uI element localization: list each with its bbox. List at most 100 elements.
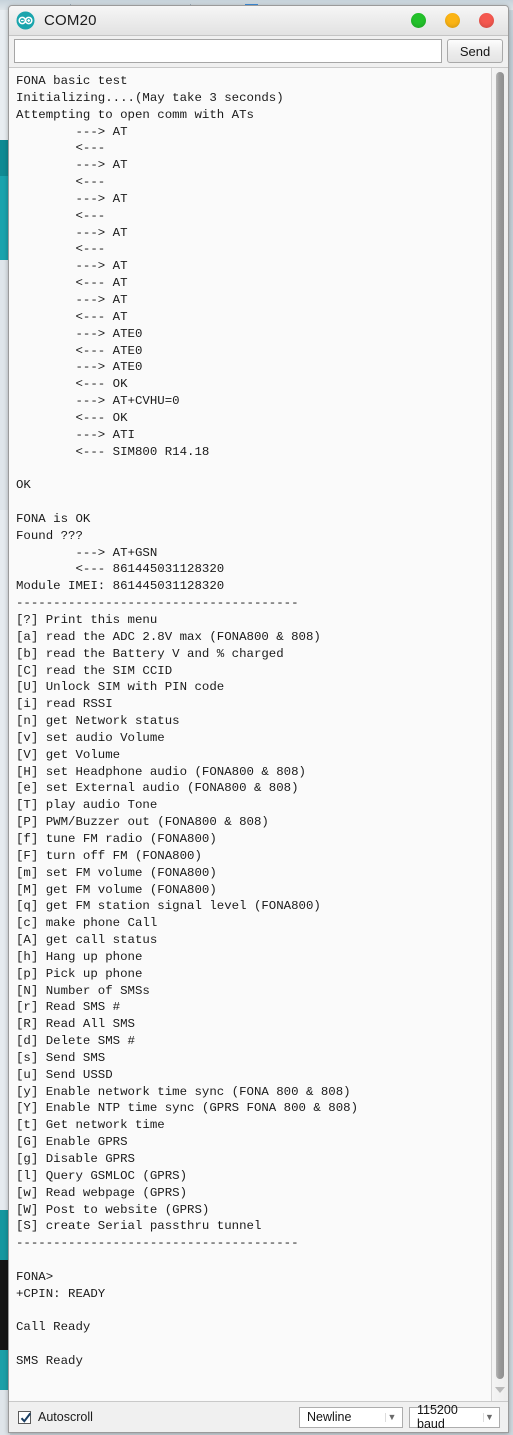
line-ending-select[interactable]: Newline ▼ xyxy=(299,1406,403,1428)
console-line: [R] Read All SMS xyxy=(16,1017,135,1032)
console-line: [F] turn off FM (FONA800) xyxy=(16,848,202,863)
console-line: ---> AT+GSN xyxy=(16,545,158,560)
serial-output-area: FONA basic test Initializing....(May take… xyxy=(9,67,508,1402)
send-button[interactable]: Send xyxy=(447,39,503,63)
console-line: [a] read the ADC 2.8V max (FONA800 & 808… xyxy=(16,629,321,644)
console-scrollbar[interactable] xyxy=(491,68,508,1401)
console-line: [q] get FM station signal level (FONA800… xyxy=(16,899,321,914)
console-line: ---> ATE0 xyxy=(16,326,143,341)
console-line: <--- xyxy=(16,141,106,156)
console-line: +CPIN: READY xyxy=(16,1286,106,1301)
serial-monitor-window: COM20 Send FONA basic test Initializing..… xyxy=(8,5,509,1433)
console-line: [G] Enable GPRS xyxy=(16,1135,128,1150)
console-line: <--- ATE0 xyxy=(16,343,143,358)
console-line: ---> AT xyxy=(16,225,128,240)
title-bar: COM20 xyxy=(9,6,508,36)
console-line: [f] tune FM radio (FONA800) xyxy=(16,831,217,846)
console-line: <--- 861445031128320 xyxy=(16,562,225,577)
autoscroll-label: Autoscroll xyxy=(38,1410,93,1424)
console-line: -------------------------------------- xyxy=(16,596,299,611)
console-line: <--- OK xyxy=(16,410,128,425)
console-line: [N] Number of SMSs xyxy=(16,983,150,998)
console-line: Initializing....(May take 3 seconds) xyxy=(16,90,284,105)
console-line: [n] get Network status xyxy=(16,714,180,729)
console-line: <--- xyxy=(16,175,106,190)
console-line: [w] Read webpage (GPRS) xyxy=(16,1185,188,1200)
console-line: <--- AT xyxy=(16,309,128,324)
console-line: FONA is OK xyxy=(16,511,91,526)
console-line: [g] Disable GPRS xyxy=(16,1152,135,1166)
console-line: ---> AT xyxy=(16,158,128,173)
scrollbar-thumb[interactable] xyxy=(496,72,504,1379)
console-line: [W] Post to website (GPRS) xyxy=(16,1202,210,1217)
console-line: <--- xyxy=(16,242,106,257)
console-line: Attempting to open comm with ATs xyxy=(16,107,254,122)
console-line: <--- AT xyxy=(16,276,128,291)
console-line: Module IMEI: 861445031128320 xyxy=(16,579,225,594)
minimize-button[interactable] xyxy=(411,13,426,28)
console-line: [i] read RSSI xyxy=(16,697,113,712)
scrollbar-down-arrow-icon[interactable] xyxy=(492,1381,508,1399)
arduino-infinity-icon xyxy=(16,11,35,30)
console-line: ---> AT+CVHU=0 xyxy=(16,394,180,409)
console-line: [t] Get network time xyxy=(16,1118,165,1133)
console-line: [h] Hang up phone xyxy=(16,949,143,964)
console-line: ---> AT xyxy=(16,191,128,206)
console-line: Found ??? xyxy=(16,528,83,543)
maximize-button[interactable] xyxy=(445,13,460,28)
command-send-row: Send xyxy=(9,36,508,67)
close-button[interactable] xyxy=(479,13,494,28)
console-line: <--- SIM800 R14.18 xyxy=(16,444,210,459)
console-line: <--- OK xyxy=(16,377,128,392)
console-line: [v] set audio Volume xyxy=(16,730,165,745)
console-line: [s] Send SMS xyxy=(16,1050,106,1065)
console-line: ---> ATE0 xyxy=(16,360,143,375)
status-bar: Autoscroll Newline ▼ 115200 baud ▼ xyxy=(9,1402,508,1432)
console-line: FONA basic test xyxy=(16,74,128,88)
baud-rate-select[interactable]: 115200 baud ▼ xyxy=(409,1403,500,1431)
console-line: <--- xyxy=(16,208,106,223)
console-line: [T] play audio Tone xyxy=(16,798,158,813)
console-line: FONA> xyxy=(16,1269,54,1284)
console-line: [l] Query GSMLOC (GPRS) xyxy=(16,1168,188,1183)
console-line: [r] Read SMS # xyxy=(16,1000,121,1015)
console-line: [H] set Headphone audio (FONA800 & 808) xyxy=(16,764,306,779)
baud-rate-value: 115200 baud xyxy=(417,1403,458,1431)
console-line: ---> ATI xyxy=(16,427,135,442)
console-line: [e] set External audio (FONA800 & 808) xyxy=(16,781,299,796)
console-line: ---> AT xyxy=(16,259,128,274)
autoscroll-checkbox-icon[interactable] xyxy=(18,1410,32,1424)
autoscroll-toggle[interactable]: Autoscroll xyxy=(18,1410,93,1424)
chevron-down-icon: ▼ xyxy=(385,1412,398,1422)
console-line: ---> AT xyxy=(16,292,128,307)
console-line: ---> AT xyxy=(16,124,128,139)
console-line: [?] Print this menu xyxy=(16,613,158,627)
console-line: [y] Enable network time sync (FONA 800 &… xyxy=(16,1084,351,1099)
console-line: Call Ready xyxy=(16,1320,91,1335)
console-line: [C] read the SIM CCID xyxy=(16,663,173,678)
console-line: [d] Delete SMS # xyxy=(16,1034,135,1049)
console-line: [p] Pick up phone xyxy=(16,966,143,981)
serial-output-text[interactable]: FONA basic test Initializing....(May take… xyxy=(9,68,491,1401)
console-line: SMS Ready xyxy=(16,1354,83,1369)
console-line: -------------------------------------- xyxy=(16,1236,299,1251)
console-line: [P] PWM/Buzzer out (FONA800 & 808) xyxy=(16,815,269,830)
chevron-down-icon: ▼ xyxy=(483,1412,495,1422)
window-title: COM20 xyxy=(44,12,97,29)
console-line: [V] get Volume xyxy=(16,747,121,762)
console-line: [Y] Enable NTP time sync (GPRS FONA 800 … xyxy=(16,1101,359,1116)
console-line: OK xyxy=(16,478,31,493)
serial-command-input[interactable] xyxy=(14,39,442,63)
line-ending-value: Newline xyxy=(307,1410,352,1424)
console-line: [m] set FM volume (FONA800) xyxy=(16,865,217,880)
window-controls xyxy=(411,6,494,35)
console-line: [S] create Serial passthru tunnel xyxy=(16,1219,262,1234)
console-line: [b] read the Battery V and % charged xyxy=(16,646,284,661)
console-line: [U] Unlock SIM with PIN code xyxy=(16,680,225,695)
console-line: [u] Send USSD xyxy=(16,1067,113,1082)
